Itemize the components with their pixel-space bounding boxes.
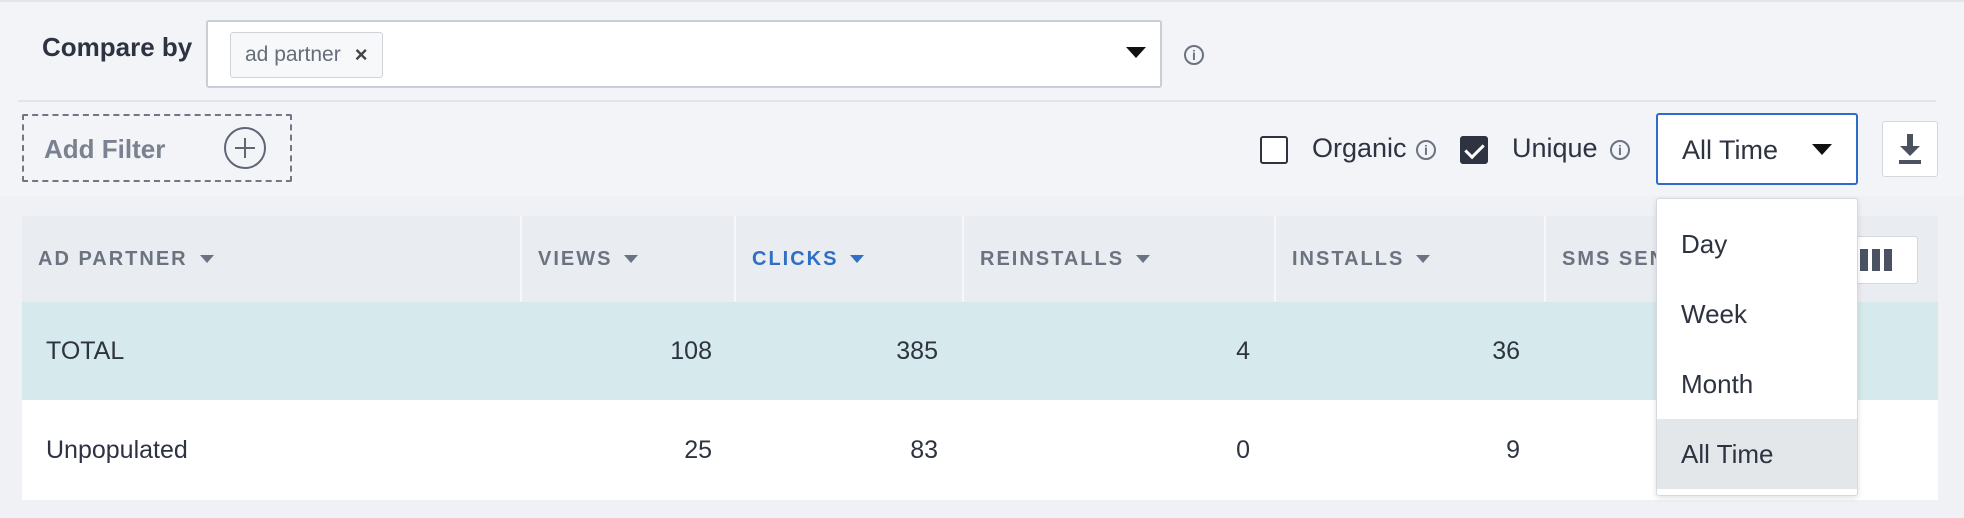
sort-icon: [199, 255, 214, 263]
plus-circle-icon: [224, 127, 266, 169]
report-panel: Compare by ad partner × i Add Filter Org…: [0, 0, 1964, 518]
cell-reinstalls: 0: [1236, 435, 1250, 464]
ad-partner-chip: ad partner ×: [230, 32, 383, 78]
column-label: VIEWS: [538, 247, 613, 270]
time-range-select[interactable]: All Time: [1656, 113, 1858, 185]
column-label: SMS SEN: [1562, 247, 1667, 270]
menu-item-all-time[interactable]: All Time: [1657, 419, 1857, 489]
organic-checkbox[interactable]: [1260, 136, 1288, 164]
table-row[interactable]: TOTAL 108 385 4 36: [22, 302, 1938, 400]
compare-info-icon[interactable]: i: [1184, 45, 1204, 65]
cell-clicks: 83: [910, 435, 938, 464]
column-label: CLICKS: [752, 247, 839, 270]
cell-ad-partner: TOTAL: [46, 336, 125, 365]
cell-views: 108: [670, 336, 712, 365]
columns-icon: [1860, 249, 1868, 271]
sort-icon: [1136, 255, 1151, 263]
sort-icon: [850, 255, 865, 263]
time-range-value: All Time: [1682, 135, 1779, 165]
unique-info-icon[interactable]: i: [1610, 140, 1630, 160]
cell-installs: 36: [1492, 336, 1520, 365]
column-label: AD PARTNER: [38, 247, 188, 270]
unique-checkbox[interactable]: [1460, 136, 1488, 164]
chevron-down-icon: [1812, 144, 1832, 155]
column-header-clicks[interactable]: CLICKS: [736, 216, 964, 302]
add-filter-button[interactable]: Add Filter: [22, 114, 292, 182]
organic-info-icon[interactable]: i: [1416, 140, 1436, 160]
column-header-ad-partner[interactable]: AD PARTNER: [22, 216, 522, 302]
divider: [18, 100, 1936, 102]
sort-icon: [1416, 255, 1431, 263]
column-header-views[interactable]: VIEWS: [522, 216, 736, 302]
menu-item-month[interactable]: Month: [1657, 349, 1857, 419]
compare-by-select[interactable]: ad partner ×: [206, 20, 1162, 88]
table-row[interactable]: Unpopulated 25 83 0 9: [22, 400, 1938, 500]
time-range-menu: Day Week Month All Time: [1656, 198, 1858, 496]
organic-label: Organic: [1312, 133, 1407, 163]
sort-icon: [624, 255, 639, 263]
table-header: AD PARTNER VIEWS CLICKS REINSTALLS INSTA…: [22, 216, 1938, 302]
cell-installs: 9: [1506, 435, 1520, 464]
column-label: REINSTALLS: [980, 247, 1125, 270]
cell-views: 25: [684, 435, 712, 464]
column-header-reinstalls[interactable]: REINSTALLS: [964, 216, 1276, 302]
column-header-installs[interactable]: INSTALLS: [1276, 216, 1546, 302]
download-icon: [1899, 134, 1921, 164]
download-button[interactable]: [1882, 121, 1938, 177]
menu-item-day[interactable]: Day: [1657, 209, 1857, 279]
cell-reinstalls: 4: [1236, 336, 1250, 365]
column-label: INSTALLS: [1292, 247, 1405, 270]
cell-clicks: 385: [896, 336, 938, 365]
cell-ad-partner: Unpopulated: [46, 435, 188, 464]
menu-item-week[interactable]: Week: [1657, 279, 1857, 349]
unique-label: Unique: [1512, 133, 1598, 163]
chip-remove-icon[interactable]: ×: [355, 42, 368, 68]
chevron-down-icon[interactable]: [1126, 47, 1146, 58]
compare-by-label: Compare by: [42, 32, 193, 62]
add-filter-label: Add Filter: [44, 134, 166, 164]
chip-label: ad partner: [245, 43, 341, 66]
